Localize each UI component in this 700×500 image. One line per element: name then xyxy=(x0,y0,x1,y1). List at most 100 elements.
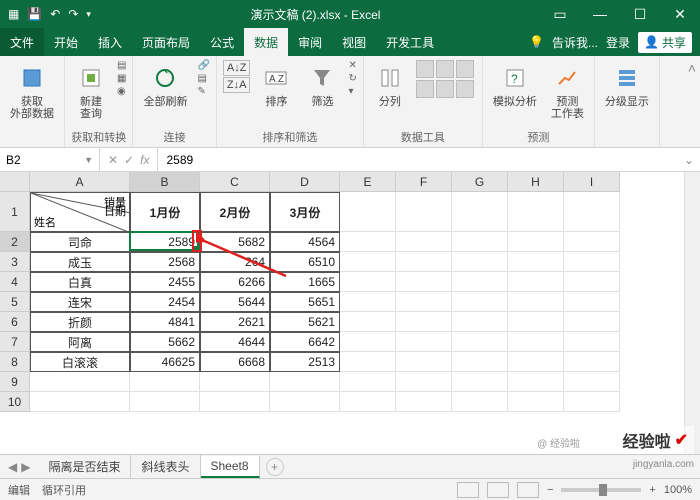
row-header-8[interactable]: 8 xyxy=(0,352,30,372)
tab-formulas[interactable]: 公式 xyxy=(200,28,244,56)
cell[interactable]: 白真 xyxy=(30,272,130,292)
diagonal-header-cell[interactable]: 销量 日期 姓名 xyxy=(30,192,130,232)
cell[interactable]: 2589 xyxy=(130,232,200,252)
cell[interactable]: 白滚滚 xyxy=(30,352,130,372)
cell[interactable] xyxy=(508,332,564,352)
view-pagebreak-icon[interactable] xyxy=(517,482,539,498)
cell[interactable] xyxy=(508,252,564,272)
login[interactable]: 登录 xyxy=(606,34,630,51)
reapply-icon[interactable]: ↻ xyxy=(348,73,356,84)
cell[interactable] xyxy=(508,312,564,332)
cell[interactable] xyxy=(340,252,396,272)
sort-button[interactable]: A Z 排序 xyxy=(256,60,296,110)
cell[interactable] xyxy=(452,372,508,392)
cell[interactable]: 6668 xyxy=(200,352,270,372)
cell[interactable] xyxy=(508,192,564,232)
cell[interactable] xyxy=(340,332,396,352)
cell[interactable] xyxy=(452,352,508,372)
cell[interactable] xyxy=(340,392,396,412)
row-header-4[interactable]: 4 xyxy=(0,272,30,292)
zoom-level[interactable]: 100% xyxy=(664,484,692,496)
get-external-data-button[interactable]: 获取 外部数据 xyxy=(6,60,58,122)
formula-input[interactable]: 2589 xyxy=(158,153,677,167)
cell[interactable] xyxy=(564,192,620,232)
cell[interactable] xyxy=(564,312,620,332)
cell[interactable]: 6642 xyxy=(270,332,340,352)
cell[interactable]: 264 xyxy=(200,252,270,272)
cell[interactable] xyxy=(508,272,564,292)
cell[interactable] xyxy=(130,372,200,392)
col-header-E[interactable]: E xyxy=(340,172,396,192)
tell-me[interactable]: 告诉我... xyxy=(552,34,598,51)
col-header-F[interactable]: F xyxy=(396,172,452,192)
minimize-icon[interactable]: — xyxy=(580,0,620,28)
cell[interactable] xyxy=(200,392,270,412)
col-header-B[interactable]: B xyxy=(130,172,200,192)
forecast-sheet-button[interactable]: 预测 工作表 xyxy=(547,60,588,122)
maximize-icon[interactable]: ☐ xyxy=(620,0,660,28)
cell[interactable]: 4564 xyxy=(270,232,340,252)
view-normal-icon[interactable] xyxy=(457,482,479,498)
cell[interactable]: 5621 xyxy=(270,312,340,332)
sheet-tab-0[interactable]: 隔离是否结束 xyxy=(38,455,131,478)
cell[interactable]: 5682 xyxy=(200,232,270,252)
text-to-columns-button[interactable]: 分列 xyxy=(370,60,410,110)
enter-icon[interactable]: ✓ xyxy=(124,153,134,167)
cell[interactable]: 1月份 xyxy=(130,192,200,232)
cell[interactable] xyxy=(452,332,508,352)
cell[interactable]: 2621 xyxy=(200,312,270,332)
cell[interactable] xyxy=(452,232,508,252)
cell[interactable] xyxy=(396,312,452,332)
sort-asc-icon[interactable]: A↓Z xyxy=(223,60,251,76)
cell[interactable] xyxy=(564,392,620,412)
cell[interactable] xyxy=(396,392,452,412)
validation-icon[interactable] xyxy=(456,60,474,78)
expand-formula-icon[interactable]: ⌄ xyxy=(678,153,700,167)
cell[interactable]: 5651 xyxy=(270,292,340,312)
sheet-tab-2[interactable]: Sheet8 xyxy=(201,456,260,478)
add-sheet-icon[interactable]: + xyxy=(266,458,284,476)
cell[interactable] xyxy=(564,352,620,372)
cell[interactable]: 5662 xyxy=(130,332,200,352)
name-box-dropdown-icon[interactable]: ▼ xyxy=(84,155,93,165)
cell[interactable] xyxy=(30,372,130,392)
cancel-icon[interactable]: ✕ xyxy=(108,153,118,167)
fx-icon[interactable]: fx xyxy=(140,153,149,167)
col-header-I[interactable]: I xyxy=(564,172,620,192)
name-box[interactable]: B2 ▼ xyxy=(0,148,100,171)
cell[interactable] xyxy=(508,392,564,412)
tab-layout[interactable]: 页面布局 xyxy=(132,28,200,56)
cell[interactable]: 6266 xyxy=(200,272,270,292)
tab-file[interactable]: 文件 xyxy=(0,28,44,56)
cell[interactable]: 司命 xyxy=(30,232,130,252)
flash-fill-icon[interactable] xyxy=(416,60,434,78)
cell[interactable] xyxy=(564,252,620,272)
cell[interactable]: 连宋 xyxy=(30,292,130,312)
tab-insert[interactable]: 插入 xyxy=(88,28,132,56)
manage-model-icon[interactable] xyxy=(456,80,474,98)
cell[interactable]: 成玉 xyxy=(30,252,130,272)
tab-view[interactable]: 视图 xyxy=(332,28,376,56)
cell[interactable] xyxy=(452,392,508,412)
cell[interactable] xyxy=(270,392,340,412)
cell[interactable]: 3月份 xyxy=(270,192,340,232)
cell[interactable] xyxy=(340,292,396,312)
col-header-A[interactable]: A xyxy=(30,172,130,192)
cell[interactable] xyxy=(564,272,620,292)
cell[interactable] xyxy=(340,192,396,232)
zoom-out-icon[interactable]: − xyxy=(547,484,553,496)
cell[interactable]: 2月份 xyxy=(200,192,270,232)
row-header-10[interactable]: 10 xyxy=(0,392,30,412)
outline-button[interactable]: 分级显示 xyxy=(601,60,653,110)
cell[interactable] xyxy=(452,272,508,292)
clear-filter-icon[interactable]: ✕ xyxy=(348,60,356,71)
cell[interactable]: 折颜 xyxy=(30,312,130,332)
cell[interactable] xyxy=(508,352,564,372)
cell[interactable]: 2455 xyxy=(130,272,200,292)
tab-developer[interactable]: 开发工具 xyxy=(376,28,444,56)
refresh-all-button[interactable]: 全部刷新 xyxy=(139,60,191,110)
tab-prev-icon[interactable]: ◀ xyxy=(8,460,17,474)
from-table-icon[interactable]: ▦ xyxy=(117,73,126,84)
cell[interactable] xyxy=(200,372,270,392)
cell[interactable] xyxy=(396,352,452,372)
